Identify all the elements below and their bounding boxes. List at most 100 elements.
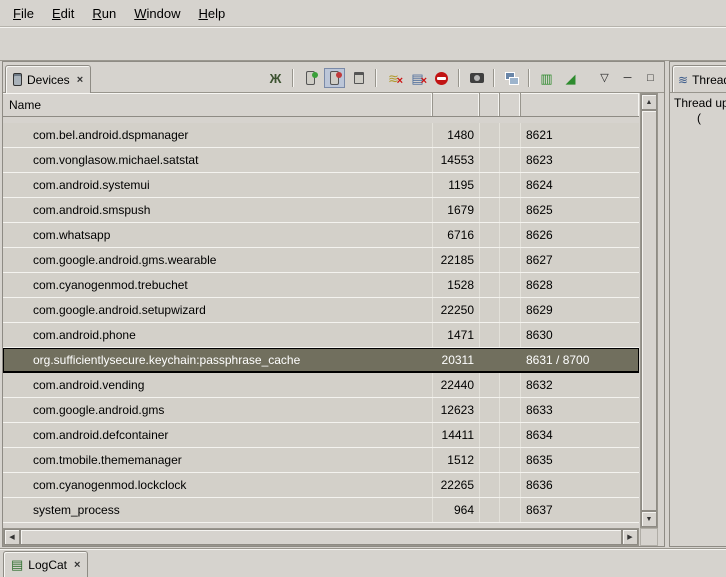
dump-hprof-icon[interactable] bbox=[324, 68, 345, 88]
table-cell bbox=[500, 173, 521, 197]
threads-tabbar: ≋ Threads bbox=[670, 62, 726, 93]
table-cell bbox=[480, 473, 500, 497]
table-cell bbox=[500, 348, 521, 372]
vertical-scrollbar-thumb[interactable] bbox=[641, 110, 657, 511]
devices-view: Devices × Ж ≋×▤× ▥◢ ▽─□ Name com.bel.androi… bbox=[2, 61, 665, 547]
table-cell bbox=[500, 123, 521, 147]
table-cell: 1471 bbox=[433, 323, 480, 347]
method-profiling-icon[interactable]: ▤× bbox=[407, 68, 428, 88]
table-cell: org.sufficientlysecure.keychain:passphra… bbox=[3, 348, 433, 372]
toolbar-separator bbox=[292, 69, 294, 87]
menu-help[interactable]: Help bbox=[189, 2, 234, 25]
table-cell bbox=[480, 398, 500, 422]
table-cell: com.bel.android.dspmanager bbox=[3, 123, 433, 147]
table-cell: com.cyanogenmod.trebuchet bbox=[3, 273, 433, 297]
table-cell: com.android.systemui bbox=[3, 173, 433, 197]
debug-process-icon[interactable]: Ж bbox=[265, 68, 286, 88]
column-header-pid[interactable] bbox=[433, 93, 480, 116]
threads-message-line1: Thread up bbox=[674, 96, 726, 110]
threads-view: ≋ Threads Thread up ( bbox=[669, 61, 726, 547]
table-cell: 964 bbox=[433, 498, 480, 522]
horizontal-scrollbar-thumb[interactable] bbox=[20, 529, 622, 545]
table-cell: system_process bbox=[3, 498, 433, 522]
maximize-icon[interactable]: □ bbox=[640, 68, 661, 88]
scroll-down-icon[interactable]: ▼ bbox=[641, 511, 657, 527]
cause-gc-icon[interactable] bbox=[348, 68, 369, 88]
menu-file[interactable]: File bbox=[4, 2, 43, 25]
table-row[interactable]: com.google.android.gms126238633 bbox=[3, 398, 639, 423]
scroll-left-icon[interactable]: ◀ bbox=[4, 529, 20, 545]
table-row[interactable]: system_process964 8637 bbox=[3, 498, 639, 523]
horizontal-scrollbar[interactable]: ◀ ▶ bbox=[3, 528, 639, 546]
close-icon[interactable]: × bbox=[77, 74, 83, 86]
table-cell bbox=[500, 323, 521, 347]
table-row[interactable]: com.vonglasow.michael.satstat145538623 bbox=[3, 148, 639, 173]
table-cell: 8621 bbox=[521, 123, 639, 147]
table-row[interactable]: org.sufficientlysecure.keychain:passphra… bbox=[3, 348, 639, 373]
screen-capture-icon[interactable] bbox=[466, 68, 487, 88]
table-cell: 12623 bbox=[433, 398, 480, 422]
table-cell: 20311 bbox=[433, 348, 480, 372]
view-menu-icon[interactable]: ▽ bbox=[594, 68, 615, 88]
hierarchy-view-icon[interactable]: ▥ bbox=[536, 68, 557, 88]
column-header-empty-2[interactable] bbox=[500, 93, 521, 116]
table-row[interactable]: com.android.vending224408632 bbox=[3, 373, 639, 398]
table-cell: com.google.android.setupwizard bbox=[3, 298, 433, 322]
screen-mirror-icon[interactable] bbox=[501, 68, 522, 88]
table-cell: 8635 bbox=[521, 448, 639, 472]
table-row[interactable]: com.bel.android.dspmanager1480 8621 bbox=[3, 123, 639, 148]
table-cell: com.tmobile.thememanager bbox=[3, 448, 433, 472]
minimize-icon[interactable]: ─ bbox=[617, 68, 638, 88]
table-row[interactable]: com.google.android.setupwizard222508629 bbox=[3, 298, 639, 323]
table-cell: com.android.vending bbox=[3, 373, 433, 397]
table-row[interactable]: com.tmobile.thememanager15128635 bbox=[3, 448, 639, 473]
close-icon[interactable]: × bbox=[74, 559, 80, 571]
table-cell bbox=[480, 148, 500, 172]
systrace-icon[interactable]: ◢ bbox=[560, 68, 581, 88]
table-header: Name bbox=[3, 93, 639, 117]
scrollbar-corner bbox=[640, 528, 658, 546]
device-icon bbox=[13, 73, 22, 86]
table-cell bbox=[500, 373, 521, 397]
stop-process-icon[interactable] bbox=[431, 68, 452, 88]
update-heap-icon[interactable] bbox=[300, 68, 321, 88]
table-row[interactable]: com.whatsapp67168626 bbox=[3, 223, 639, 248]
vertical-scrollbar[interactable]: ▲ ▼ bbox=[640, 93, 658, 528]
menu-edit[interactable]: Edit bbox=[43, 2, 83, 25]
table-row[interactable]: com.android.phone14718630 bbox=[3, 323, 639, 348]
table-row[interactable]: com.cyanogenmod.trebuchet15288628 bbox=[3, 273, 639, 298]
table-cell bbox=[500, 498, 521, 522]
table-cell: 8625 bbox=[521, 198, 639, 222]
table-cell: 8627 bbox=[521, 248, 639, 272]
table-cell: 8634 bbox=[521, 423, 639, 447]
table-cell: 1528 bbox=[433, 273, 480, 297]
main-toolbar bbox=[0, 27, 726, 61]
scroll-up-icon[interactable]: ▲ bbox=[641, 94, 657, 110]
tab-devices[interactable]: Devices × bbox=[5, 65, 91, 93]
table-cell: 8636 bbox=[521, 473, 639, 497]
table-row[interactable]: com.cyanogenmod.lockclock222658636 bbox=[3, 473, 639, 498]
menu-bar: FileEditRunWindowHelp bbox=[0, 0, 726, 27]
table-cell: 1195 bbox=[433, 173, 480, 197]
table-cell bbox=[480, 223, 500, 247]
table-row[interactable]: com.android.smspush16798625 bbox=[3, 198, 639, 223]
table-cell: 8637 bbox=[521, 498, 639, 522]
workbench: Devices × Ж≋×▤×▥◢▽─□ Name com.bel.androi… bbox=[0, 61, 726, 548]
table-row[interactable]: com.google.android.gms.wearable221858627 bbox=[3, 248, 639, 273]
scroll-right-icon[interactable]: ▶ bbox=[622, 529, 638, 545]
table-cell: 8631 / 8700 bbox=[521, 348, 639, 372]
process-table-body: com.bel.android.dspmanager1480 8621com.vo… bbox=[3, 117, 639, 528]
threads-icon: ≋ bbox=[678, 73, 688, 87]
column-header-empty-1[interactable] bbox=[480, 93, 500, 116]
menu-window[interactable]: Window bbox=[125, 2, 189, 25]
table-row[interactable]: com.android.defcontainer144118634 bbox=[3, 423, 639, 448]
column-header-port[interactable] bbox=[521, 93, 639, 116]
menu-run[interactable]: Run bbox=[83, 2, 125, 25]
column-header-name[interactable]: Name bbox=[3, 93, 433, 116]
table-cell bbox=[500, 423, 521, 447]
table-cell: 1480 bbox=[433, 123, 480, 147]
tab-threads[interactable]: ≋ Threads bbox=[672, 65, 726, 93]
tab-logcat[interactable]: ▤ LogCat × bbox=[3, 551, 88, 577]
table-row[interactable]: com.android.systemui11958624 bbox=[3, 173, 639, 198]
update-threads-icon[interactable]: ≋× bbox=[383, 68, 404, 88]
